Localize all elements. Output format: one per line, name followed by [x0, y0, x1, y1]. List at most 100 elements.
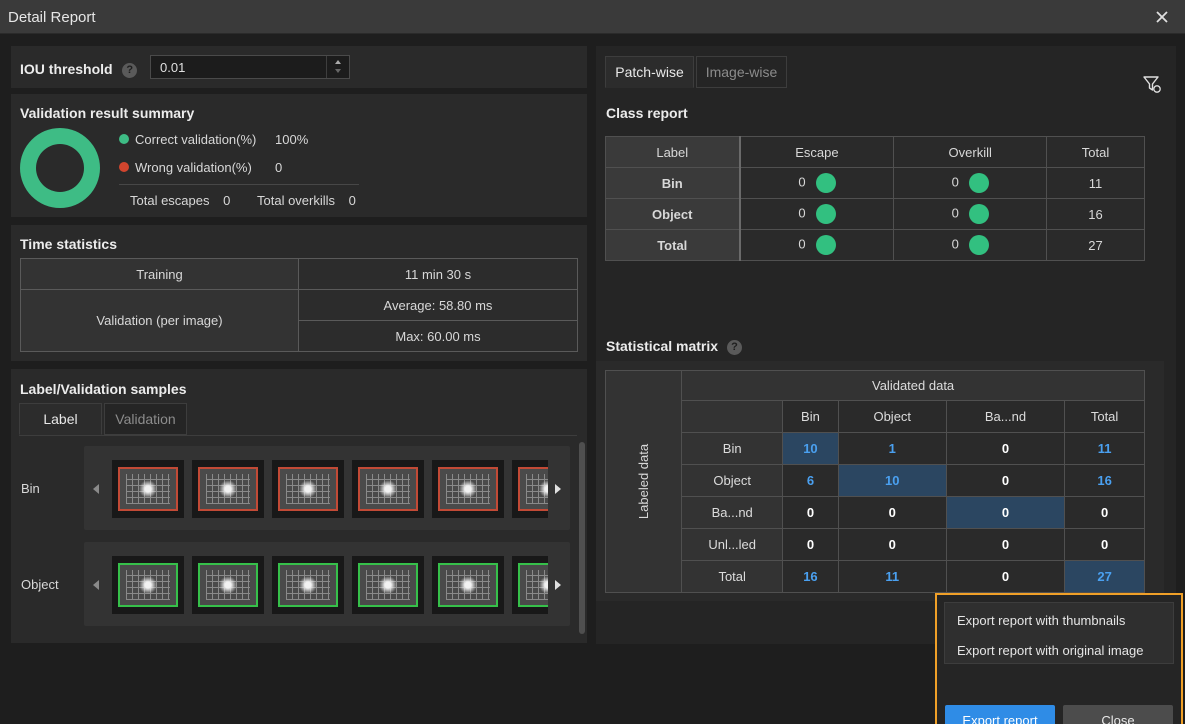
escape-value: 0: [798, 174, 806, 190]
iou-panel: IOU threshold ? 0.01: [11, 46, 587, 88]
thumbnail[interactable]: [432, 460, 504, 518]
total-cell: 16: [1046, 198, 1145, 230]
thumbnail[interactable]: [512, 460, 548, 518]
total-cell: 11: [1046, 167, 1145, 199]
thumbnail[interactable]: [112, 556, 184, 614]
labeled-data-label: Labeled data: [636, 443, 652, 520]
matrix-box: Labeled data Validated data Bin Object B…: [596, 361, 1164, 601]
scroll-right-icon[interactable]: [555, 580, 561, 590]
matrix-row-header: Total: [681, 560, 784, 593]
matrix-cell[interactable]: 11: [837, 560, 947, 593]
thumbnail[interactable]: [192, 460, 264, 518]
thumbnail[interactable]: [512, 556, 548, 614]
status-dot-icon[interactable]: [968, 204, 989, 224]
overkill-value: 0: [951, 236, 959, 252]
spin-up-icon[interactable]: [335, 60, 341, 64]
dialog-body: IOU threshold ? 0.01 Validation result s…: [0, 34, 1185, 724]
scroll-left-icon[interactable]: [93, 484, 99, 494]
table-row: Ba...nd 0 0 0 0: [606, 496, 1145, 529]
thumbnail[interactable]: [432, 556, 504, 614]
matrix-cell[interactable]: 6: [782, 464, 839, 497]
summary-divider: [119, 184, 359, 185]
class-report-title: Class report: [606, 105, 688, 121]
class-report-box: Label Escape Overkill Total Bin 0 0 11 O…: [596, 126, 1164, 267]
status-dot-icon[interactable]: [968, 173, 989, 193]
overkill-cell: 0: [893, 167, 1048, 199]
matrix-cell[interactable]: 10: [782, 432, 839, 465]
matrix-title: Statistical matrix: [606, 338, 719, 354]
escape-value: 0: [798, 205, 806, 221]
wrong-dot-icon: [119, 162, 129, 172]
summary-panel: Validation result summary Correct valida…: [11, 94, 587, 217]
samples-title: Label/Validation samples: [20, 381, 187, 397]
status-dot-icon[interactable]: [815, 235, 836, 255]
matrix-cell[interactable]: 16: [782, 560, 839, 593]
export-report-button[interactable]: Export report: [945, 705, 1055, 724]
matrix-cell: 0: [945, 432, 1066, 465]
tab-label[interactable]: Label: [19, 403, 102, 435]
close-button[interactable]: Close: [1063, 705, 1173, 724]
status-dot-icon[interactable]: [968, 235, 989, 255]
menu-item-export-original[interactable]: Export report with original image: [957, 643, 1143, 658]
spin-buttons[interactable]: [326, 56, 349, 78]
window-title: Detail Report: [8, 9, 96, 26]
scroll-left-icon[interactable]: [93, 580, 99, 590]
matrix-col-header: Ba...nd: [945, 400, 1066, 433]
thumbnail[interactable]: [192, 556, 264, 614]
matrix-row-header: Bin: [681, 432, 784, 465]
status-dot-icon[interactable]: [815, 173, 836, 193]
matrix-col-header: Total: [1064, 400, 1145, 433]
status-dot-icon[interactable]: [815, 204, 836, 224]
vertical-scrollbar[interactable]: [579, 442, 585, 634]
help-icon[interactable]: ?: [726, 339, 742, 355]
tab-patch-wise[interactable]: Patch-wise: [605, 56, 694, 88]
close-icon[interactable]: [1153, 8, 1171, 26]
escape-value: 0: [798, 236, 806, 252]
matrix-cell[interactable]: 10: [837, 464, 947, 497]
table-row: Object 6 10 0 16: [606, 464, 1145, 497]
table-row: Object 0 0 16: [605, 198, 1145, 230]
tab-validation[interactable]: Validation: [104, 403, 187, 435]
thumbnail[interactable]: [272, 460, 344, 518]
matrix-cell[interactable]: 16: [1064, 464, 1145, 497]
report-panel: Patch-wise Image-wise Class report Label…: [596, 46, 1176, 644]
time-title: Time statistics: [20, 236, 118, 252]
time-table: Training 11 min 30 s Validation (per ima…: [20, 258, 578, 352]
iou-label-group: IOU threshold ?: [20, 61, 138, 79]
escapes-label: Total escapes: [130, 193, 210, 208]
table-row: Unl...led 0 0 0 0: [606, 528, 1145, 561]
matrix-cell: 0: [945, 464, 1066, 497]
matrix-row-header: Ba...nd: [681, 496, 784, 529]
matrix-cell: 0: [945, 528, 1066, 561]
iou-value: 0.01: [160, 60, 186, 75]
export-highlight-box: Export report with thumbnails Export rep…: [935, 593, 1183, 724]
tab-image-wise[interactable]: Image-wise: [696, 56, 787, 88]
thumbnail[interactable]: [352, 556, 424, 614]
table-row: Bin 0 0 11: [605, 167, 1145, 199]
thumbnail[interactable]: [112, 460, 184, 518]
spin-down-icon[interactable]: [335, 69, 341, 73]
matrix-cell[interactable]: 1: [837, 432, 947, 465]
menu-item-export-thumbnails[interactable]: Export report with thumbnails: [957, 613, 1125, 628]
table-row: Total 16 11 0 27: [606, 560, 1145, 593]
escape-cell: 0: [738, 167, 895, 199]
col-header-escape: Escape: [738, 136, 895, 168]
matrix-cell[interactable]: 11: [1064, 432, 1145, 465]
help-icon[interactable]: ?: [122, 63, 138, 79]
iou-threshold-input[interactable]: 0.01: [150, 55, 350, 79]
matrix-row-header: Object: [681, 464, 784, 497]
col-header-total: Total: [1046, 136, 1145, 168]
scroll-right-icon[interactable]: [555, 484, 561, 494]
wrong-label: Wrong validation(%): [135, 160, 252, 175]
samples-panel: Label/Validation samples Label Validatio…: [11, 369, 587, 643]
matrix-cell[interactable]: 27: [1064, 560, 1145, 593]
filter-settings-icon[interactable]: [1142, 74, 1162, 94]
thumbnail[interactable]: [272, 556, 344, 614]
row-label: Object: [605, 198, 741, 230]
thumbnail[interactable]: [352, 460, 424, 518]
validated-data-label: Validated data: [681, 370, 1145, 401]
overkill-value: 0: [951, 174, 959, 190]
matrix-cell: 0: [782, 496, 839, 529]
class-report-table: Label Escape Overkill Total Bin 0 0 11 O…: [605, 136, 1145, 261]
validation-max: Max: 60.00 ms: [298, 320, 578, 352]
